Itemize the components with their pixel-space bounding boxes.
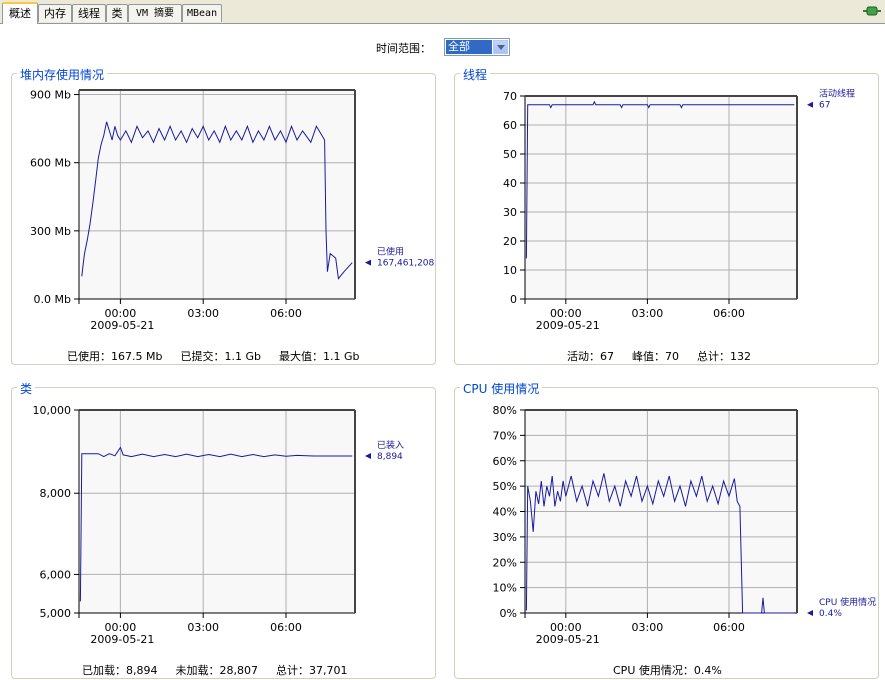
classes-y-tick-label: 10,000 <box>33 404 72 417</box>
chevron-down-icon[interactable] <box>493 40 508 54</box>
overview-content: 时间范围： 全部 堆内存使用情况 00:00 03:00 06:00 2009-05-… <box>0 24 885 680</box>
cpu-y-tick-label: 40% <box>493 506 517 519</box>
tab-memory[interactable]: 内存 <box>38 4 72 22</box>
threads-panel: 线程 00:00 03:00 06:00 2009-05-21 0 10 20 30 40 50 6… <box>454 66 879 365</box>
tab-overview[interactable]: 概述 <box>2 2 38 24</box>
cpu-legend-marker <box>807 610 813 616</box>
time-range-selected: 全部 <box>446 40 492 54</box>
cpu-y-tick-label: 30% <box>493 531 517 544</box>
tab-classes[interactable]: 类 <box>106 4 128 22</box>
heap-committed: 已提交：1.1 Gb <box>180 350 261 363</box>
cpu-y-tick-label: 10% <box>493 582 517 595</box>
classes-legend-marker <box>365 453 371 460</box>
threads-y-tick-label: 20 <box>503 235 517 248</box>
threads-y-tick-label: 30 <box>503 206 517 219</box>
threads-total: 总计：132 <box>697 350 751 363</box>
cpu-y-tick-label: 60% <box>493 455 517 468</box>
threads-y-tick-label: 70 <box>503 90 517 103</box>
classes-x-tick-label: 06:00 <box>270 621 302 634</box>
heap-legend-name: 已使用 <box>377 246 404 258</box>
threads-y-tick-label: 10 <box>503 264 517 277</box>
cpu-x-tick-label: 03:00 <box>632 621 664 634</box>
cpu-panel: CPU 使用情况 00:00 03:00 06:00 2009-05-21 0% 10% 2… <box>454 380 879 679</box>
tab-vm-summary[interactable]: VM 摘要 <box>128 4 182 22</box>
classes-y-tick-label: 8,000 <box>40 487 72 500</box>
cpu-legend-value: 0.4% <box>819 609 842 619</box>
heap-y-tick-label: 600 Mb <box>30 157 71 170</box>
classes-unloaded: 未加载：28,807 <box>175 664 259 677</box>
heap-max: 最大值：1.1 Gb <box>278 350 360 363</box>
tab-bar: 概述 内存 线程 类 VM 摘要 MBean <box>0 0 885 24</box>
cpu-footer: CPU 使用情况：0.4% <box>613 662 740 678</box>
classes-panel: 类 00:00 03:00 06:00 2009-05-21 5,000 6,000 8,0… <box>11 380 436 679</box>
heap-footer: 已使用：167.5 Mb 已提交：1.1 Gb 最大值：1.1 Gb <box>67 348 377 364</box>
classes-legend-value: 8,894 <box>377 452 403 462</box>
classes-legend-name: 已装入 <box>377 439 404 451</box>
heap-x-tick-label: 03:00 <box>187 307 219 320</box>
cpu-usage: CPU 使用情况：0.4% <box>613 664 722 677</box>
heap-x-tick-label: 06:00 <box>270 307 302 320</box>
threads-footer: 活动：67 峰值：70 总计：132 <box>567 348 769 364</box>
classes-footer: 已加载：8,894 未加载：28,807 总计：37,701 <box>82 662 366 678</box>
threads-legend-marker <box>807 101 813 108</box>
cpu-y-tick-label: 70% <box>493 429 517 442</box>
heap-panel: 堆内存使用情况 00:00 03:00 06:00 2009-05-21 0.0 Mb 3… <box>11 66 436 365</box>
tab-mbean[interactable]: MBean <box>182 4 222 22</box>
classes-total: 总计：37,701 <box>276 664 348 677</box>
tab-threads[interactable]: 线程 <box>72 4 106 22</box>
threads-x-tick-label: 03:00 <box>632 307 664 320</box>
threads-live: 活动：67 <box>567 350 614 363</box>
heap-used: 已使用：167.5 Mb <box>67 350 163 363</box>
classes-chart: 00:00 03:00 06:002009-05-215,0006,0008,000… <box>33 404 405 646</box>
cpu-x-sub-label: 2009-05-21 <box>536 633 600 646</box>
heap-x-sub-label: 2009-05-21 <box>90 319 154 332</box>
threads-legend-value: 67 <box>819 101 830 111</box>
time-range-label: 时间范围： <box>376 42 431 55</box>
heap-legend-marker <box>365 259 371 266</box>
cpu-legend-name: CPU 使用情况 <box>819 596 876 608</box>
threads-legend-name: 活动线程 <box>819 88 855 100</box>
threads-y-tick-label: 40 <box>503 177 517 190</box>
threads-y-tick-label: 60 <box>503 119 517 132</box>
cpu-y-tick-label: 0% <box>500 607 517 620</box>
cpu-y-tick-label: 20% <box>493 556 517 569</box>
cpu-y-tick-label: 50% <box>493 480 517 493</box>
threads-chart: 00:00 03:00 06:002009-05-21010203040506070… <box>503 88 855 332</box>
time-range-select[interactable]: 全部 <box>444 38 510 56</box>
heap-y-tick-label: 300 Mb <box>30 225 71 238</box>
classes-x-sub-label: 2009-05-21 <box>90 633 154 646</box>
classes-x-tick-label: 03:00 <box>187 621 219 634</box>
classes-y-tick-label: 5,000 <box>40 607 72 620</box>
cpu-y-tick-label: 80% <box>493 404 517 417</box>
heap-legend-value: 167,461,208 <box>377 259 435 269</box>
cpu-x-tick-label: 06:00 <box>713 621 745 634</box>
threads-x-sub-label: 2009-05-21 <box>536 319 600 332</box>
heap-y-tick-label: 900 Mb <box>30 89 71 102</box>
classes-loaded: 已加载：8,894 <box>82 664 158 677</box>
threads-y-tick-label: 0 <box>510 293 517 306</box>
heap-y-tick-label: 0.0 Mb <box>34 293 71 306</box>
threads-peak: 峰值：70 <box>632 350 679 363</box>
cpu-chart: 00:00 03:00 06:002009-05-210%10%20%30%40%5… <box>493 404 877 646</box>
classes-y-tick-label: 6,000 <box>40 568 72 581</box>
threads-x-tick-label: 06:00 <box>713 307 745 320</box>
threads-y-tick-label: 50 <box>503 148 517 161</box>
heap-chart: 00:00 03:00 06:002009-05-210.0 Mb300 Mb600… <box>30 89 435 332</box>
connection-plug-icon <box>863 6 881 16</box>
